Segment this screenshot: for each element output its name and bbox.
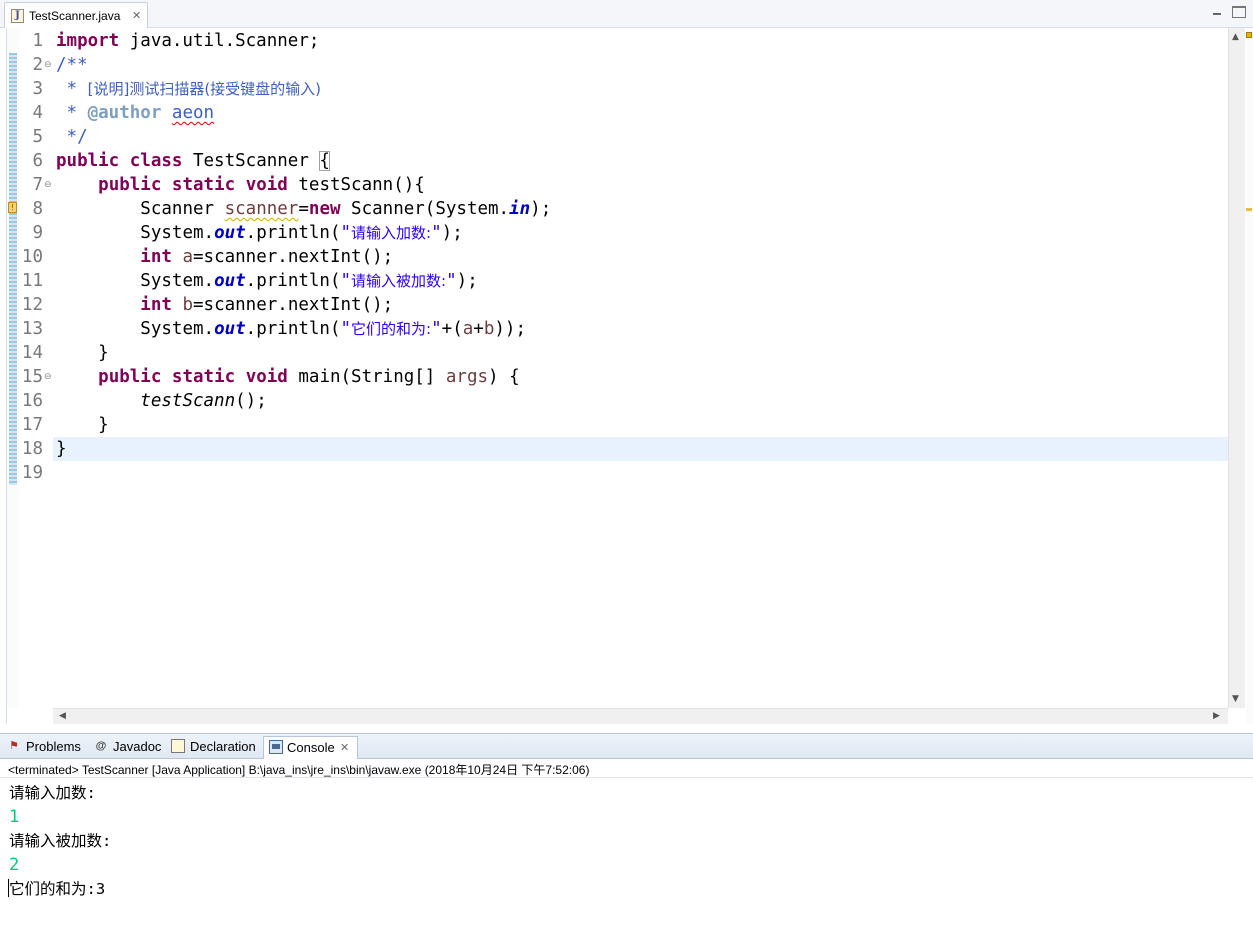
horizontal-scrollbar[interactable]: ◀ ▶ bbox=[53, 708, 1228, 724]
vertical-scrollbar[interactable]: ▲ ▼ bbox=[1228, 28, 1245, 708]
code-line-1: import java.util.Scanner; bbox=[56, 31, 320, 51]
line-number: 11 bbox=[21, 271, 43, 291]
line-number: 18 bbox=[21, 439, 43, 459]
vertical-ruler: ! bbox=[7, 28, 19, 708]
close-icon[interactable]: ✕ bbox=[340, 742, 349, 754]
code-line-9: System.out.println("请输入加数:"); bbox=[140, 223, 463, 243]
code-line-6: public class TestScanner { bbox=[56, 151, 330, 171]
line-number: 12 bbox=[21, 295, 43, 315]
line-number: 1 bbox=[32, 31, 43, 51]
fold-toggle-icon[interactable]: ⊖ bbox=[44, 173, 52, 197]
scroll-right-arrow-icon[interactable]: ▶ bbox=[1213, 711, 1220, 721]
java-file-icon: J bbox=[11, 9, 24, 23]
tab-problems[interactable]: ⚑ Problems bbox=[7, 736, 91, 759]
line-number: 19 bbox=[21, 463, 43, 483]
javadoc-icon: @ bbox=[95, 740, 107, 752]
close-icon[interactable]: ✕ bbox=[132, 10, 141, 22]
line-number: 16 bbox=[21, 391, 43, 411]
code-line-8: Scanner scanner=new Scanner(System.in); bbox=[140, 199, 552, 219]
spelling-error: aeon bbox=[171, 103, 215, 123]
line-number-gutter: 1 2 ⊖ 3 4 5 6 7 ⊖ 8 9 10 11 12 13 14 15 ⊖ 16 17 18 19 bbox=[19, 28, 53, 708]
tab-declaration[interactable]: Declaration bbox=[171, 736, 261, 759]
line-number: 9 bbox=[32, 223, 43, 243]
fold-toggle-icon[interactable]: ⊖ bbox=[44, 53, 52, 77]
matching-brace: { bbox=[319, 151, 330, 171]
declaration-icon bbox=[171, 739, 185, 753]
line-number: 5 bbox=[32, 127, 43, 147]
text-caret bbox=[8, 879, 9, 897]
line-number: 13 bbox=[21, 319, 43, 339]
code-line-3: * [说明]测试扫描器(接受键盘的输入) bbox=[56, 79, 322, 99]
code-text-area[interactable]: import java.util.Scanner; /** * [说明]测试扫描… bbox=[53, 28, 1228, 708]
code-line-14: } bbox=[56, 343, 109, 363]
console-input-line: 2 bbox=[9, 855, 20, 875]
line-number: 6 bbox=[32, 151, 43, 171]
tab-declaration-label: Declaration bbox=[190, 739, 256, 754]
code-line-18: } bbox=[56, 439, 67, 459]
maximize-icon[interactable] bbox=[1232, 6, 1246, 18]
code-line-10: int a=scanner.nextInt(); bbox=[140, 247, 394, 267]
code-line-12: int b=scanner.nextInt(); bbox=[140, 295, 394, 315]
console-line: 它们的和为:3 bbox=[9, 880, 106, 898]
tab-console[interactable]: Console ✕ bbox=[263, 736, 358, 759]
line-number: 3 bbox=[32, 79, 43, 99]
console-output[interactable]: 请输入加数: 1 请输入被加数: 2 它们的和为:3 bbox=[0, 778, 1253, 931]
code-line-7: public static void testScann(){ bbox=[98, 175, 425, 195]
console-header: <terminated> TestScanner [Java Applicati… bbox=[0, 759, 1253, 778]
code-line-2: /** bbox=[56, 55, 88, 75]
tab-javadoc[interactable]: @ Javadoc bbox=[94, 736, 164, 759]
problems-icon: ⚑ bbox=[9, 740, 19, 752]
change-indicator-bar bbox=[9, 53, 17, 485]
warning-summary-icon[interactable] bbox=[1246, 32, 1252, 38]
code-line-17: } bbox=[56, 415, 109, 435]
console-line: 请输入被加数: bbox=[9, 832, 112, 850]
minimize-icon[interactable] bbox=[1210, 6, 1224, 18]
views-tab-bar: ⚑ Problems @ Javadoc Declaration Console… bbox=[0, 733, 1253, 759]
editor-tab-bar: J TestScanner.java ✕ bbox=[0, 0, 1253, 28]
tab-problems-label: Problems bbox=[26, 739, 81, 754]
line-number: 4 bbox=[32, 103, 43, 123]
code-line-13: System.out.println("它们的和为:"+(a+b)); bbox=[140, 319, 526, 339]
warning-marker[interactable] bbox=[1246, 208, 1252, 211]
code-line-4: * @author aeon bbox=[56, 103, 215, 123]
line-number: 8 bbox=[32, 199, 43, 219]
scroll-left-arrow-icon[interactable]: ◀ bbox=[59, 711, 66, 721]
scroll-down-arrow-icon[interactable]: ▼ bbox=[1232, 694, 1239, 704]
console-input-line: 1 bbox=[9, 807, 20, 827]
code-line-15: public static void main(String[] args) { bbox=[98, 367, 520, 387]
current-line-highlight bbox=[53, 437, 1228, 461]
line-number: 10 bbox=[21, 247, 43, 267]
console-icon bbox=[269, 740, 283, 754]
resource-leak-warning: scanner bbox=[224, 199, 299, 219]
code-line-11: System.out.println("请输入被加数:"); bbox=[140, 271, 478, 291]
line-number: 14 bbox=[21, 343, 43, 363]
line-number: 2 bbox=[32, 55, 43, 75]
console-line: 请输入加数: bbox=[9, 784, 96, 802]
overview-ruler bbox=[1246, 28, 1253, 724]
code-editor[interactable]: ! 1 2 ⊖ 3 4 5 6 7 ⊖ 8 9 10 11 12 13 14 15 ⊖ 16 17 18 19 impor… bbox=[6, 28, 1246, 724]
scroll-up-arrow-icon[interactable]: ▲ bbox=[1232, 32, 1239, 42]
console-status-text: <terminated> TestScanner [Java Applicati… bbox=[8, 763, 590, 777]
tab-javadoc-label: Javadoc bbox=[113, 739, 162, 754]
line-number: 17 bbox=[21, 415, 43, 435]
editor-tab-label: TestScanner.java bbox=[29, 9, 121, 23]
code-line-5: */ bbox=[56, 127, 88, 147]
warning-icon[interactable]: ! bbox=[8, 202, 17, 213]
fold-toggle-icon[interactable]: ⊖ bbox=[44, 365, 52, 389]
tab-console-label: Console bbox=[287, 740, 335, 755]
line-number: 7 bbox=[32, 175, 43, 195]
editor-tab-testscanner[interactable]: J TestScanner.java ✕ bbox=[4, 2, 148, 28]
code-line-16: testScann(); bbox=[140, 391, 267, 411]
line-number: 15 bbox=[21, 367, 43, 387]
